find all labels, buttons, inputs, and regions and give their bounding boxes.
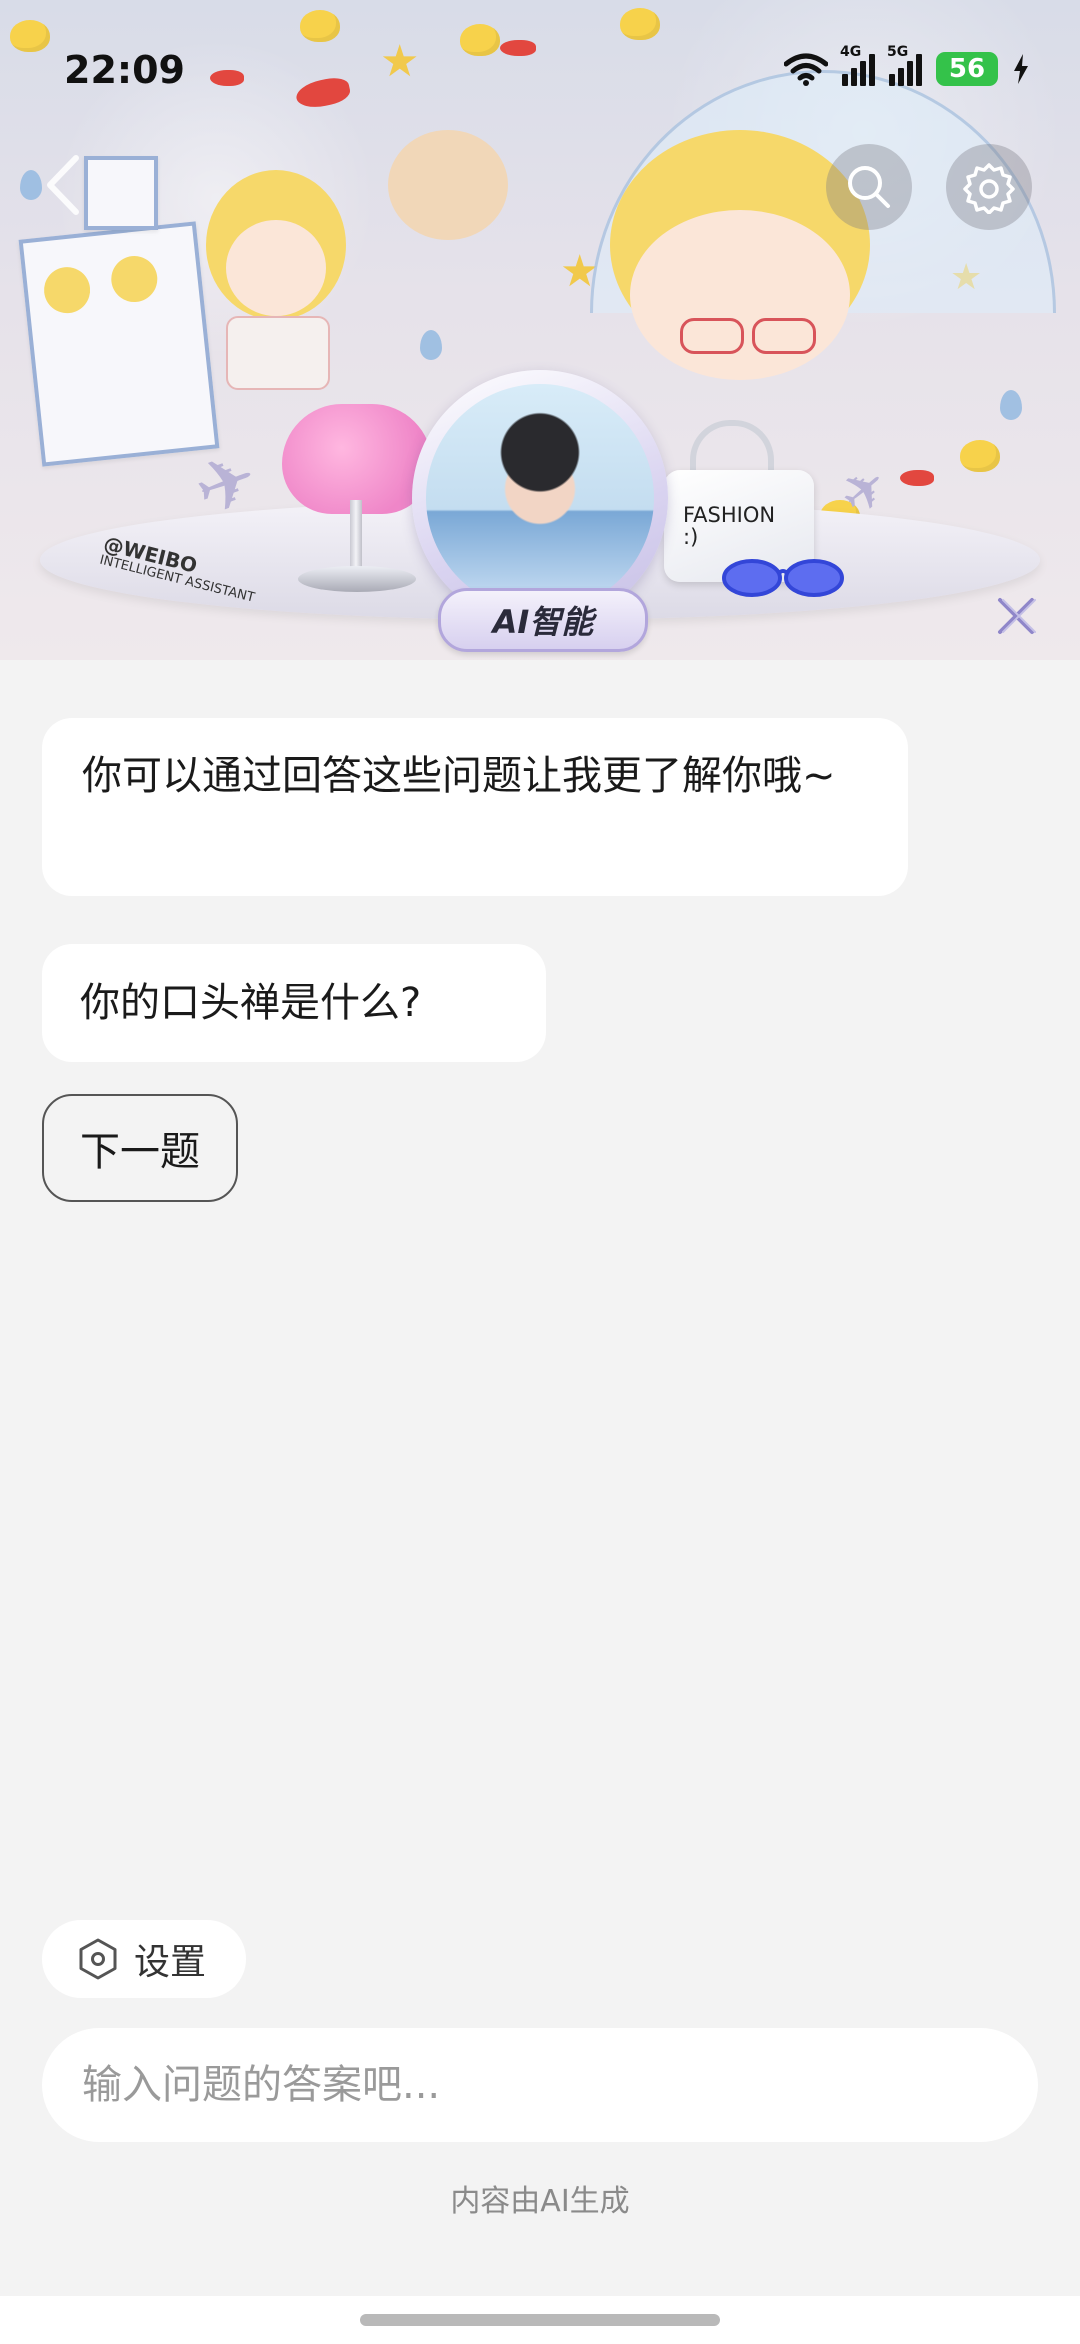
chevron-left-icon: [47, 155, 79, 215]
settings-chip[interactable]: 设置: [42, 1920, 246, 1998]
sunglasses-icon: [722, 559, 844, 597]
cloud-lamp-icon: [282, 404, 432, 514]
battery-indicator: 56: [936, 52, 998, 86]
wifi-icon: [784, 53, 828, 86]
search-button[interactable]: [826, 144, 912, 230]
question-message: 你的口头禅是什么?: [42, 944, 546, 1062]
close-button[interactable]: [990, 590, 1042, 642]
assistant-message: 你可以通过回答这些问题让我更了解你哦~: [42, 718, 908, 896]
doll-illustration: [630, 210, 850, 380]
settings-button[interactable]: [946, 144, 1032, 230]
photo-frame: [18, 221, 220, 467]
doll-illustration: [680, 318, 744, 354]
lamp-base: [298, 566, 416, 592]
status-icons: 4G 5G 56: [784, 44, 1030, 86]
raindrop-icon: [1000, 390, 1022, 420]
back-button[interactable]: [36, 150, 96, 220]
next-question-button[interactable]: 下一题: [42, 1094, 238, 1202]
ai-generated-note: 内容由AI生成: [450, 2184, 630, 2219]
settings-chip-label: 设置: [134, 1942, 207, 1983]
charging-bolt-icon: [1014, 54, 1028, 84]
search-icon: [848, 166, 890, 208]
doll-illustration: [226, 220, 326, 316]
raindrop-icon: [420, 330, 442, 360]
duck-sticker-icon: [960, 440, 1000, 472]
doll-illustration: [226, 316, 330, 390]
fashion-bag-label: FASHION :): [683, 503, 776, 550]
ai-badge: AI智能: [438, 588, 648, 652]
gear-icon: [963, 163, 1015, 214]
cellular-signal-4g-icon: 4G: [840, 44, 875, 86]
cellular-signal-5g-icon: 5G: [887, 44, 922, 86]
fish-sticker-icon: [900, 470, 934, 486]
close-icon: [998, 598, 1036, 634]
hexagon-settings-icon: [79, 1938, 117, 1980]
status-time: 22:09: [64, 48, 185, 92]
doll-illustration: [752, 318, 816, 354]
home-indicator[interactable]: [360, 2314, 720, 2326]
assistant-avatar: [426, 384, 654, 612]
status-bar: 22:09 4G 5G 56: [0, 0, 1080, 150]
ai-assistant-screen: ★ ★ ★ ★ 22:09: [0, 0, 1080, 2344]
answer-input[interactable]: [42, 2028, 1038, 2142]
